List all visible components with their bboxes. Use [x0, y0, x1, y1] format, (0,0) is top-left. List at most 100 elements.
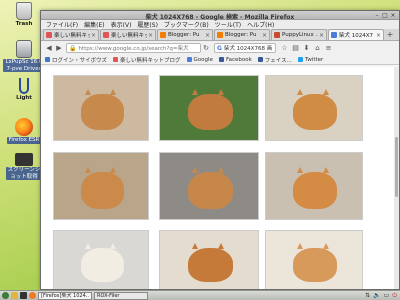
image-result-shiba-standing-tiled-floor[interactable] — [159, 230, 259, 289]
menu-help[interactable]: ヘルプ(H) — [244, 20, 277, 29]
dog-ear — [85, 89, 91, 95]
forward-icon[interactable]: ▶ — [54, 43, 64, 53]
dog-ear — [110, 167, 116, 173]
tab-2[interactable]: 楽しい無料キットB × — [100, 29, 156, 40]
desktop-icon-label: スクリーンシ ョット取得 — [5, 167, 43, 180]
scrollbar-thumb[interactable] — [395, 137, 398, 197]
new-tab-button[interactable]: + — [385, 30, 395, 40]
bookmark-label: Facebook — [225, 56, 252, 63]
tab-6-active[interactable]: 柴犬 1024X7 × — [328, 29, 384, 40]
folder-icon — [11, 292, 18, 299]
bookmark-icon — [45, 57, 50, 62]
bookmark-google[interactable]: Google — [186, 57, 213, 63]
page-content — [41, 67, 399, 289]
start-button[interactable] — [2, 292, 9, 300]
menu-history[interactable]: 履歴(S) — [134, 20, 161, 29]
dog-ear — [218, 167, 224, 173]
light-icon — [19, 78, 29, 94]
dog-ear — [85, 243, 91, 249]
taskbar-task-firefox[interactable]: [Firefox]柴犬 1024... — [38, 291, 92, 300]
dog-ear — [110, 89, 116, 95]
bookmark-label: ログイン・サイボウズ — [52, 57, 108, 64]
dog-ear — [297, 167, 303, 173]
close-icon[interactable]: × — [319, 32, 324, 39]
star-icon[interactable]: ☆ — [279, 44, 290, 52]
close-icon[interactable]: × — [389, 12, 397, 19]
menu-tools[interactable]: ツール(T) — [212, 20, 244, 29]
dog-figure — [293, 94, 337, 130]
image-result-white-shiba-head[interactable] — [53, 230, 149, 289]
bookmark-icon — [103, 32, 109, 38]
title-bar[interactable]: 柴犬 1024X768 - Google 検索 - Mozilla Firefo… — [41, 11, 399, 21]
menu-file[interactable]: ファイル(F) — [43, 20, 81, 29]
dog-figure — [81, 248, 124, 282]
tab-1[interactable]: 楽しい無料キット × — [43, 29, 99, 40]
bookmark-icon — [46, 32, 52, 38]
tab-4[interactable]: Blogger: Pu × — [214, 29, 270, 40]
dog-figure — [188, 94, 233, 130]
taskbar: [Firefox]柴犬 1024... ROX-Filer ⇅ 🔈 ▭ ⏻ — [0, 290, 400, 300]
desktop-icon-label: Light — [16, 95, 32, 101]
bookmark-label: 楽しい無料キットブログ — [120, 57, 181, 64]
tab-bar: 楽しい無料キット × 楽しい無料キットB × Blogger: Pu × Blo… — [41, 29, 399, 41]
dog-ear — [323, 89, 329, 95]
power-icon[interactable]: ⏻ — [392, 292, 397, 300]
bookmark-label: Twitter — [304, 56, 324, 63]
dog-ear — [192, 243, 198, 249]
quicklaunch-firefox[interactable] — [29, 292, 36, 300]
search-box[interactable]: G 柴犬 1024X768 画 — [214, 43, 276, 53]
scrollbar[interactable] — [394, 67, 399, 289]
reader-icon[interactable]: ▤ — [290, 44, 301, 52]
quicklaunch-folder[interactable] — [11, 292, 18, 300]
url-bar[interactable]: 🔒 https://www.google.co.jp/search?q=柴犬 — [66, 43, 201, 53]
tab-3[interactable]: Blogger: Pu × — [157, 29, 213, 40]
puppy-icon — [274, 32, 280, 38]
home-icon[interactable]: ⌂ — [312, 44, 323, 52]
menu-view[interactable]: 表示(V) — [108, 20, 135, 29]
back-icon[interactable]: ◀ — [44, 43, 54, 53]
close-icon[interactable]: × — [148, 32, 153, 39]
maximize-icon[interactable]: □ — [381, 12, 389, 19]
image-result-shiba-on-grass[interactable] — [159, 75, 259, 141]
firefox-icon — [15, 118, 33, 136]
image-result-shiba-on-sofa[interactable] — [159, 152, 259, 220]
tab-label: 楽しい無料キットB — [111, 33, 147, 39]
bookmark-facebook-2[interactable]: フェイス... — [257, 56, 292, 64]
volume-icon[interactable]: 🔈 — [373, 292, 380, 299]
dog-figure — [188, 172, 233, 209]
tab-label: 柴犬 1024X7 — [339, 33, 374, 39]
download-icon[interactable]: ⬇ — [301, 44, 312, 52]
image-result-shiba-puppy-closeup[interactable] — [265, 75, 363, 141]
battery-icon[interactable]: ▭ — [384, 292, 390, 299]
bookmark-kit-blog[interactable]: 楽しい無料キットブログ — [113, 56, 181, 64]
quicklaunch-terminal[interactable] — [20, 292, 27, 300]
tab-label: Blogger: Pu — [168, 32, 200, 38]
twitter-icon — [297, 57, 303, 62]
taskbar-task-rox[interactable]: ROX-Filer — [94, 291, 148, 300]
close-icon[interactable]: × — [262, 32, 267, 39]
image-result-shiba-puppy-on-wooden-board[interactable] — [53, 152, 149, 220]
minimize-icon[interactable]: – — [373, 12, 381, 19]
image-result-two-shiba-dogs[interactable] — [265, 230, 363, 289]
close-icon[interactable]: × — [376, 32, 381, 39]
bookmark-facebook[interactable]: Facebook — [218, 56, 252, 63]
image-result-shiba-lying-on-floor[interactable] — [53, 75, 149, 141]
blogger-icon — [217, 32, 223, 38]
image-result-shiba-puppy-portrait[interactable] — [265, 152, 363, 220]
tab-5[interactable]: PuppyLinux ... × — [271, 29, 327, 40]
bookmark-cybozu[interactable]: ログイン・サイボウズ — [45, 56, 107, 64]
reload-icon[interactable]: ↻ — [201, 43, 211, 53]
close-icon[interactable]: × — [205, 32, 210, 39]
tab-label: Blogger: Pu — [225, 32, 257, 38]
window-title: 柴犬 1024X768 - Google 検索 - Mozilla Firefo… — [145, 14, 295, 21]
close-icon[interactable]: × — [91, 32, 96, 39]
dog-ear — [218, 89, 224, 95]
menu-bookmarks[interactable]: ブックマーク(B) — [161, 20, 212, 29]
menu-edit[interactable]: 編集(E) — [81, 20, 107, 29]
firefox-icon — [29, 292, 36, 299]
bookmark-twitter[interactable]: Twitter — [297, 56, 324, 63]
menu-icon[interactable]: ≡ — [323, 44, 334, 52]
network-icon[interactable]: ⇅ — [365, 292, 370, 299]
desktop-icon-label: Trash — [15, 21, 33, 27]
dog-ear — [218, 243, 224, 249]
